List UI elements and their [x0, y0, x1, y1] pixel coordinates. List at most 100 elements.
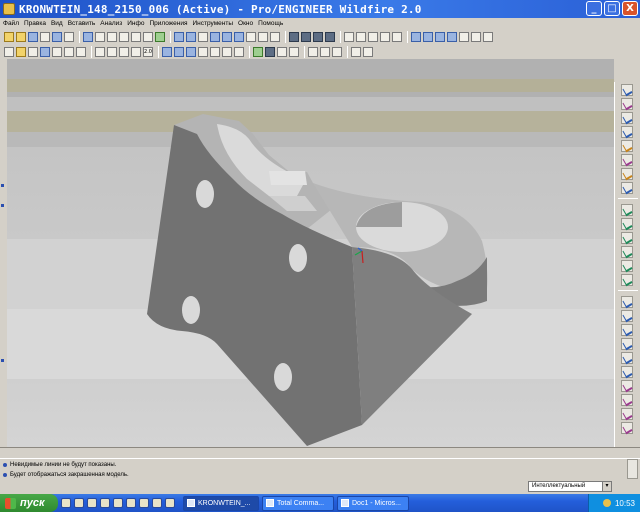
refit-icon[interactable] [234, 31, 244, 42]
zoom-out-icon[interactable] [222, 31, 232, 42]
close-button[interactable]: X [622, 1, 638, 16]
minimize-button[interactable]: _ [586, 1, 602, 16]
copy-icon[interactable] [131, 31, 141, 42]
repaint-icon[interactable] [174, 31, 184, 42]
sketch-datum-icon[interactable] [621, 168, 633, 180]
menu-insert[interactable]: Вставить [68, 20, 96, 27]
window-new-icon[interactable] [320, 46, 330, 57]
open-file-icon[interactable] [16, 31, 26, 42]
named-view-icon[interactable] [289, 46, 299, 57]
coordinate-systems-icon[interactable] [392, 31, 402, 42]
model-tree-icon[interactable] [344, 31, 354, 42]
explode-icon[interactable] [131, 46, 141, 57]
context-help-icon[interactable] [351, 46, 361, 57]
menu-info[interactable]: Инфо [127, 20, 144, 27]
family-table-icon[interactable] [52, 46, 62, 57]
quicklaunch-app-icon[interactable] [152, 498, 162, 508]
quicklaunch-explorer-icon[interactable] [113, 498, 123, 508]
send-icon[interactable] [64, 31, 74, 42]
trim-tool-icon[interactable] [621, 422, 633, 434]
menu-window[interactable]: Окно [238, 20, 253, 27]
model-display-icon[interactable] [95, 46, 105, 57]
print-icon[interactable] [40, 31, 50, 42]
zoom-out-2-icon[interactable] [423, 31, 433, 42]
datum-axes-icon[interactable] [368, 31, 378, 42]
draft-tool-icon[interactable] [621, 338, 633, 350]
spin-center-icon[interactable] [186, 31, 196, 42]
properties-icon[interactable] [28, 46, 38, 57]
measure-icon[interactable] [471, 31, 481, 42]
menu-analysis[interactable]: Анализ [100, 20, 122, 27]
tray-clock[interactable]: 10:53 [615, 499, 635, 508]
save-icon[interactable] [28, 31, 38, 42]
spin-icon[interactable] [277, 46, 287, 57]
start-button[interactable]: пуск [0, 494, 58, 512]
menu-file[interactable]: Файл [3, 20, 19, 27]
blend-tool-icon[interactable] [621, 246, 633, 258]
mirror-tool-icon[interactable] [621, 394, 633, 406]
view-manager-icon[interactable] [246, 31, 256, 42]
sketch-rectangle-icon[interactable] [621, 84, 633, 96]
shading-icon[interactable] [325, 31, 335, 42]
quicklaunch-word-icon[interactable] [100, 498, 110, 508]
sketch-axis-icon[interactable] [621, 182, 633, 194]
revolve-tool-icon[interactable] [621, 218, 633, 230]
cut-icon[interactable] [119, 31, 129, 42]
regenerate-icon[interactable] [83, 31, 93, 42]
sketch-curve-icon[interactable] [621, 126, 633, 138]
style-icon[interactable] [222, 46, 232, 57]
sphere-icon[interactable] [253, 46, 263, 57]
sash-marker[interactable] [1, 184, 4, 187]
message-splitter[interactable] [0, 447, 640, 458]
chevron-down-icon[interactable]: ▾ [602, 482, 611, 491]
sash-marker[interactable] [1, 204, 4, 207]
sash-marker[interactable] [1, 359, 4, 362]
taskbar-item-word[interactable]: Doc1 - Micros... [337, 495, 409, 511]
hidden-line-icon[interactable] [301, 31, 311, 42]
sketch-parallelogram-icon[interactable] [621, 98, 633, 110]
extrude-tool-icon[interactable] [621, 204, 633, 216]
rib-tool-icon[interactable] [621, 324, 633, 336]
menu-tools[interactable]: Инструменты [193, 20, 234, 27]
quicklaunch-desktop-icon[interactable] [61, 498, 71, 508]
quicklaunch-mail-icon[interactable] [87, 498, 97, 508]
sketch-line-icon[interactable] [621, 112, 633, 124]
graphics-window[interactable] [7, 59, 614, 447]
feature-icon[interactable] [234, 46, 244, 57]
datum-points-icon[interactable] [380, 31, 390, 42]
menu-view[interactable]: Вид [51, 20, 63, 27]
extrude-icon[interactable] [174, 46, 184, 57]
sweep-icon[interactable] [198, 46, 208, 57]
selection-filter-select[interactable]: Интеллектуальный ▾ [528, 481, 612, 492]
menu-edit[interactable]: Правка [24, 20, 46, 27]
pan-icon[interactable] [447, 31, 457, 42]
revolve-icon[interactable] [186, 46, 196, 57]
quicklaunch-app-icon[interactable] [165, 498, 175, 508]
blend-icon[interactable] [210, 46, 220, 57]
layers-icon[interactable] [270, 31, 280, 42]
redo-icon[interactable] [107, 31, 117, 42]
merge-tool-icon[interactable] [621, 408, 633, 420]
hole-tool-icon[interactable] [621, 296, 633, 308]
wireframe-icon[interactable] [289, 31, 299, 42]
quicklaunch-app-icon[interactable] [139, 498, 149, 508]
parameters-icon[interactable] [76, 46, 86, 57]
taskbar-item-proe[interactable]: KRONWTEIN_... [183, 495, 259, 511]
boundary-blend-icon[interactable] [621, 260, 633, 272]
menu-applications[interactable]: Приложения [149, 20, 187, 27]
fit-icon[interactable] [435, 31, 445, 42]
variable-section-icon[interactable] [621, 232, 633, 244]
relations-icon[interactable] [64, 46, 74, 57]
paste-special-icon[interactable] [155, 31, 165, 42]
pattern-tool-icon[interactable] [621, 380, 633, 392]
whats-this-icon[interactable] [363, 46, 373, 57]
sketch-points-icon[interactable] [621, 140, 633, 152]
tray-icon[interactable] [602, 499, 611, 507]
paste-icon[interactable] [143, 31, 153, 42]
sketch-cross-icon[interactable] [621, 154, 633, 166]
window-icon[interactable] [40, 46, 50, 57]
shell-tool-icon[interactable] [621, 310, 633, 322]
quicklaunch-app-icon[interactable] [126, 498, 136, 508]
new-file-icon[interactable] [4, 31, 14, 42]
file-toolbar-icon[interactable] [4, 46, 14, 57]
